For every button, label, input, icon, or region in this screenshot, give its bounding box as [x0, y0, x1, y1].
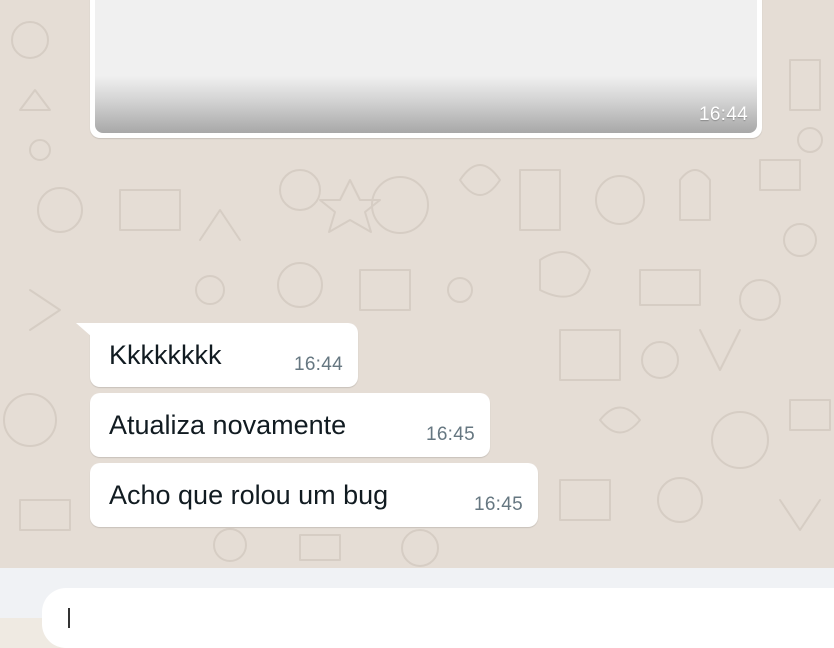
- message-timestamp: 16:45: [473, 494, 523, 515]
- bubble-tail: [76, 323, 92, 337]
- media-message-bubble[interactable]: 16:44: [90, 0, 762, 138]
- message-bubble[interactable]: Kkkkkkkk 16:44: [76, 323, 358, 387]
- message-timestamp: 16:44: [293, 354, 343, 375]
- message-text: Kkkkkkkk: [109, 340, 222, 370]
- message-bubble[interactable]: Acho que rolou um bug 16:45: [90, 463, 538, 527]
- message-timestamp: 16:44: [698, 104, 748, 125]
- message-input[interactable]: [42, 588, 834, 648]
- message-text: Acho que rolou um bug: [109, 480, 389, 510]
- chat-area: 16:44 Kkkkkkkk 16:44 Atualiza novamente …: [0, 0, 834, 568]
- message-timestamp: 16:45: [425, 424, 475, 445]
- composer-bar: [0, 568, 834, 648]
- message-text: Atualiza novamente: [109, 410, 347, 440]
- text-caret: [68, 608, 70, 628]
- message-bubble[interactable]: Atualiza novamente 16:45: [90, 393, 490, 457]
- media-preview[interactable]: [95, 0, 757, 133]
